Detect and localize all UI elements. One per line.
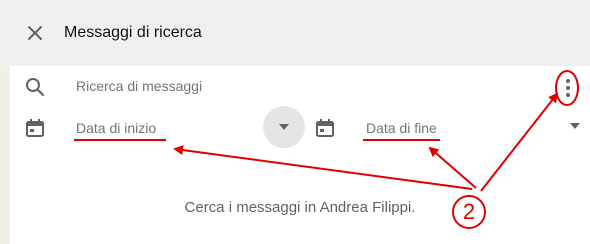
- close-button[interactable]: [24, 22, 46, 44]
- more-vert-icon: [566, 79, 570, 97]
- background-strip: [0, 66, 10, 244]
- close-icon: [28, 26, 42, 40]
- page-title: Messaggi di ricerca: [64, 24, 202, 41]
- search-panel-header: Messaggi di ricerca: [0, 0, 590, 66]
- date-filter-row: Data di inizio Data di fine: [10, 106, 590, 148]
- end-date-field[interactable]: Data di fine: [366, 118, 437, 138]
- start-date-dropdown-button[interactable]: [263, 106, 305, 148]
- annotation-arrow: [428, 146, 477, 189]
- annotation-arrow: [173, 145, 473, 190]
- more-options-button[interactable]: [556, 74, 580, 102]
- caret-down-icon: [279, 124, 289, 130]
- start-date-field[interactable]: Data di inizio: [76, 118, 156, 138]
- search-row: [10, 66, 590, 109]
- calendar-icon: [316, 119, 334, 137]
- caret-down-icon: [570, 123, 580, 129]
- empty-results-message: Cerca i messaggi in Andrea Filippi.: [184, 199, 416, 216]
- calendar-icon: [26, 119, 44, 137]
- annotation-step-number: 2: [462, 199, 476, 224]
- search-input[interactable]: [64, 70, 534, 102]
- search-icon: [26, 78, 45, 97]
- end-date-dropdown-button[interactable]: [563, 114, 587, 138]
